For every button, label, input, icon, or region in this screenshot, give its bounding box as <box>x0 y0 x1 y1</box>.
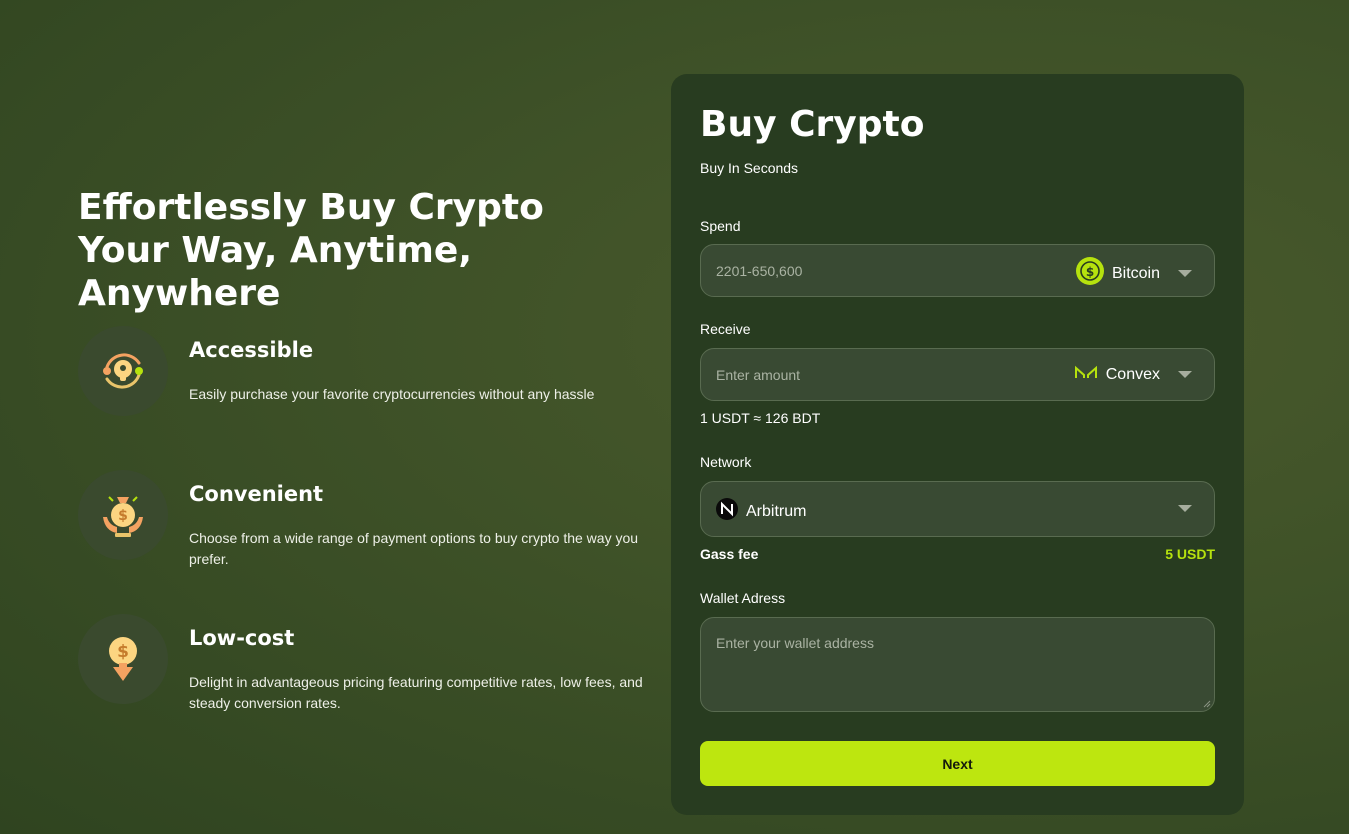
receive-currency-dropdown[interactable]: Convex <box>1074 364 1192 385</box>
wallet-address-input[interactable]: Enter your wallet address <box>700 617 1215 712</box>
spend-placeholder: 2201-650,600 <box>716 263 803 279</box>
receive-label: Receive <box>700 321 751 337</box>
feature-description: Choose from a wide range of payment opti… <box>189 530 639 567</box>
spend-label: Spend <box>700 218 741 234</box>
network-value: Arbitrum <box>746 502 807 520</box>
receive-input[interactable]: Enter amount Convex <box>700 348 1215 401</box>
chevron-down-icon <box>1178 505 1192 512</box>
chevron-down-icon <box>1178 371 1192 378</box>
near-logo-icon <box>716 498 738 525</box>
spend-currency-dropdown[interactable]: $ Bitcoin <box>1075 257 1192 290</box>
card-title: Buy Crypto <box>700 104 925 145</box>
hero-section: Effortlessly Buy Crypto Your Way, Anytim… <box>78 186 668 711</box>
feature-description: Delight in advantageous pricing featurin… <box>189 674 643 711</box>
hero-headline: Effortlessly Buy Crypto Your Way, Anytim… <box>78 187 544 314</box>
exchange-rate: 1 USDT ≈ 126 BDT <box>700 410 821 426</box>
gas-fee-label: Gass fee <box>700 546 759 562</box>
money-bag-hands-icon: $ <box>78 470 168 560</box>
feature-title: Low-cost <box>189 626 295 650</box>
dollar-down-icon: $ <box>78 614 168 704</box>
network-label: Network <box>700 454 752 470</box>
spend-currency-label: Bitcoin <box>1111 264 1160 282</box>
card-subtitle: Buy In Seconds <box>700 160 799 176</box>
receive-placeholder: Enter amount <box>716 367 801 383</box>
svg-text:$: $ <box>1086 265 1094 279</box>
feature-title: Accessible <box>189 338 314 362</box>
usdc-coin-icon: $ <box>1075 257 1104 290</box>
wallet-placeholder: Enter your wallet address <box>716 635 874 651</box>
receive-currency-label: Convex <box>1105 365 1160 383</box>
maker-logo-icon <box>1074 364 1098 385</box>
next-button[interactable]: Next <box>700 741 1215 786</box>
feature-description: Easily purchase your favorite cryptocurr… <box>189 386 595 402</box>
wallet-label: Wallet Adress <box>700 590 786 606</box>
gas-fee-value: 5 USDT <box>1165 546 1215 562</box>
unlock-icon <box>78 326 168 416</box>
svg-text:$: $ <box>118 508 128 524</box>
buy-crypto-card: Buy Crypto Buy In Seconds Spend 2201-650… <box>671 74 1244 815</box>
resize-handle-icon[interactable] <box>1203 700 1211 708</box>
network-select[interactable]: Arbitrum <box>700 481 1215 537</box>
spend-input[interactable]: 2201-650,600 $ Bitcoin <box>700 244 1215 297</box>
svg-text:$: $ <box>117 642 129 662</box>
chevron-down-icon <box>1178 270 1192 277</box>
feature-title: Convenient <box>189 482 324 506</box>
